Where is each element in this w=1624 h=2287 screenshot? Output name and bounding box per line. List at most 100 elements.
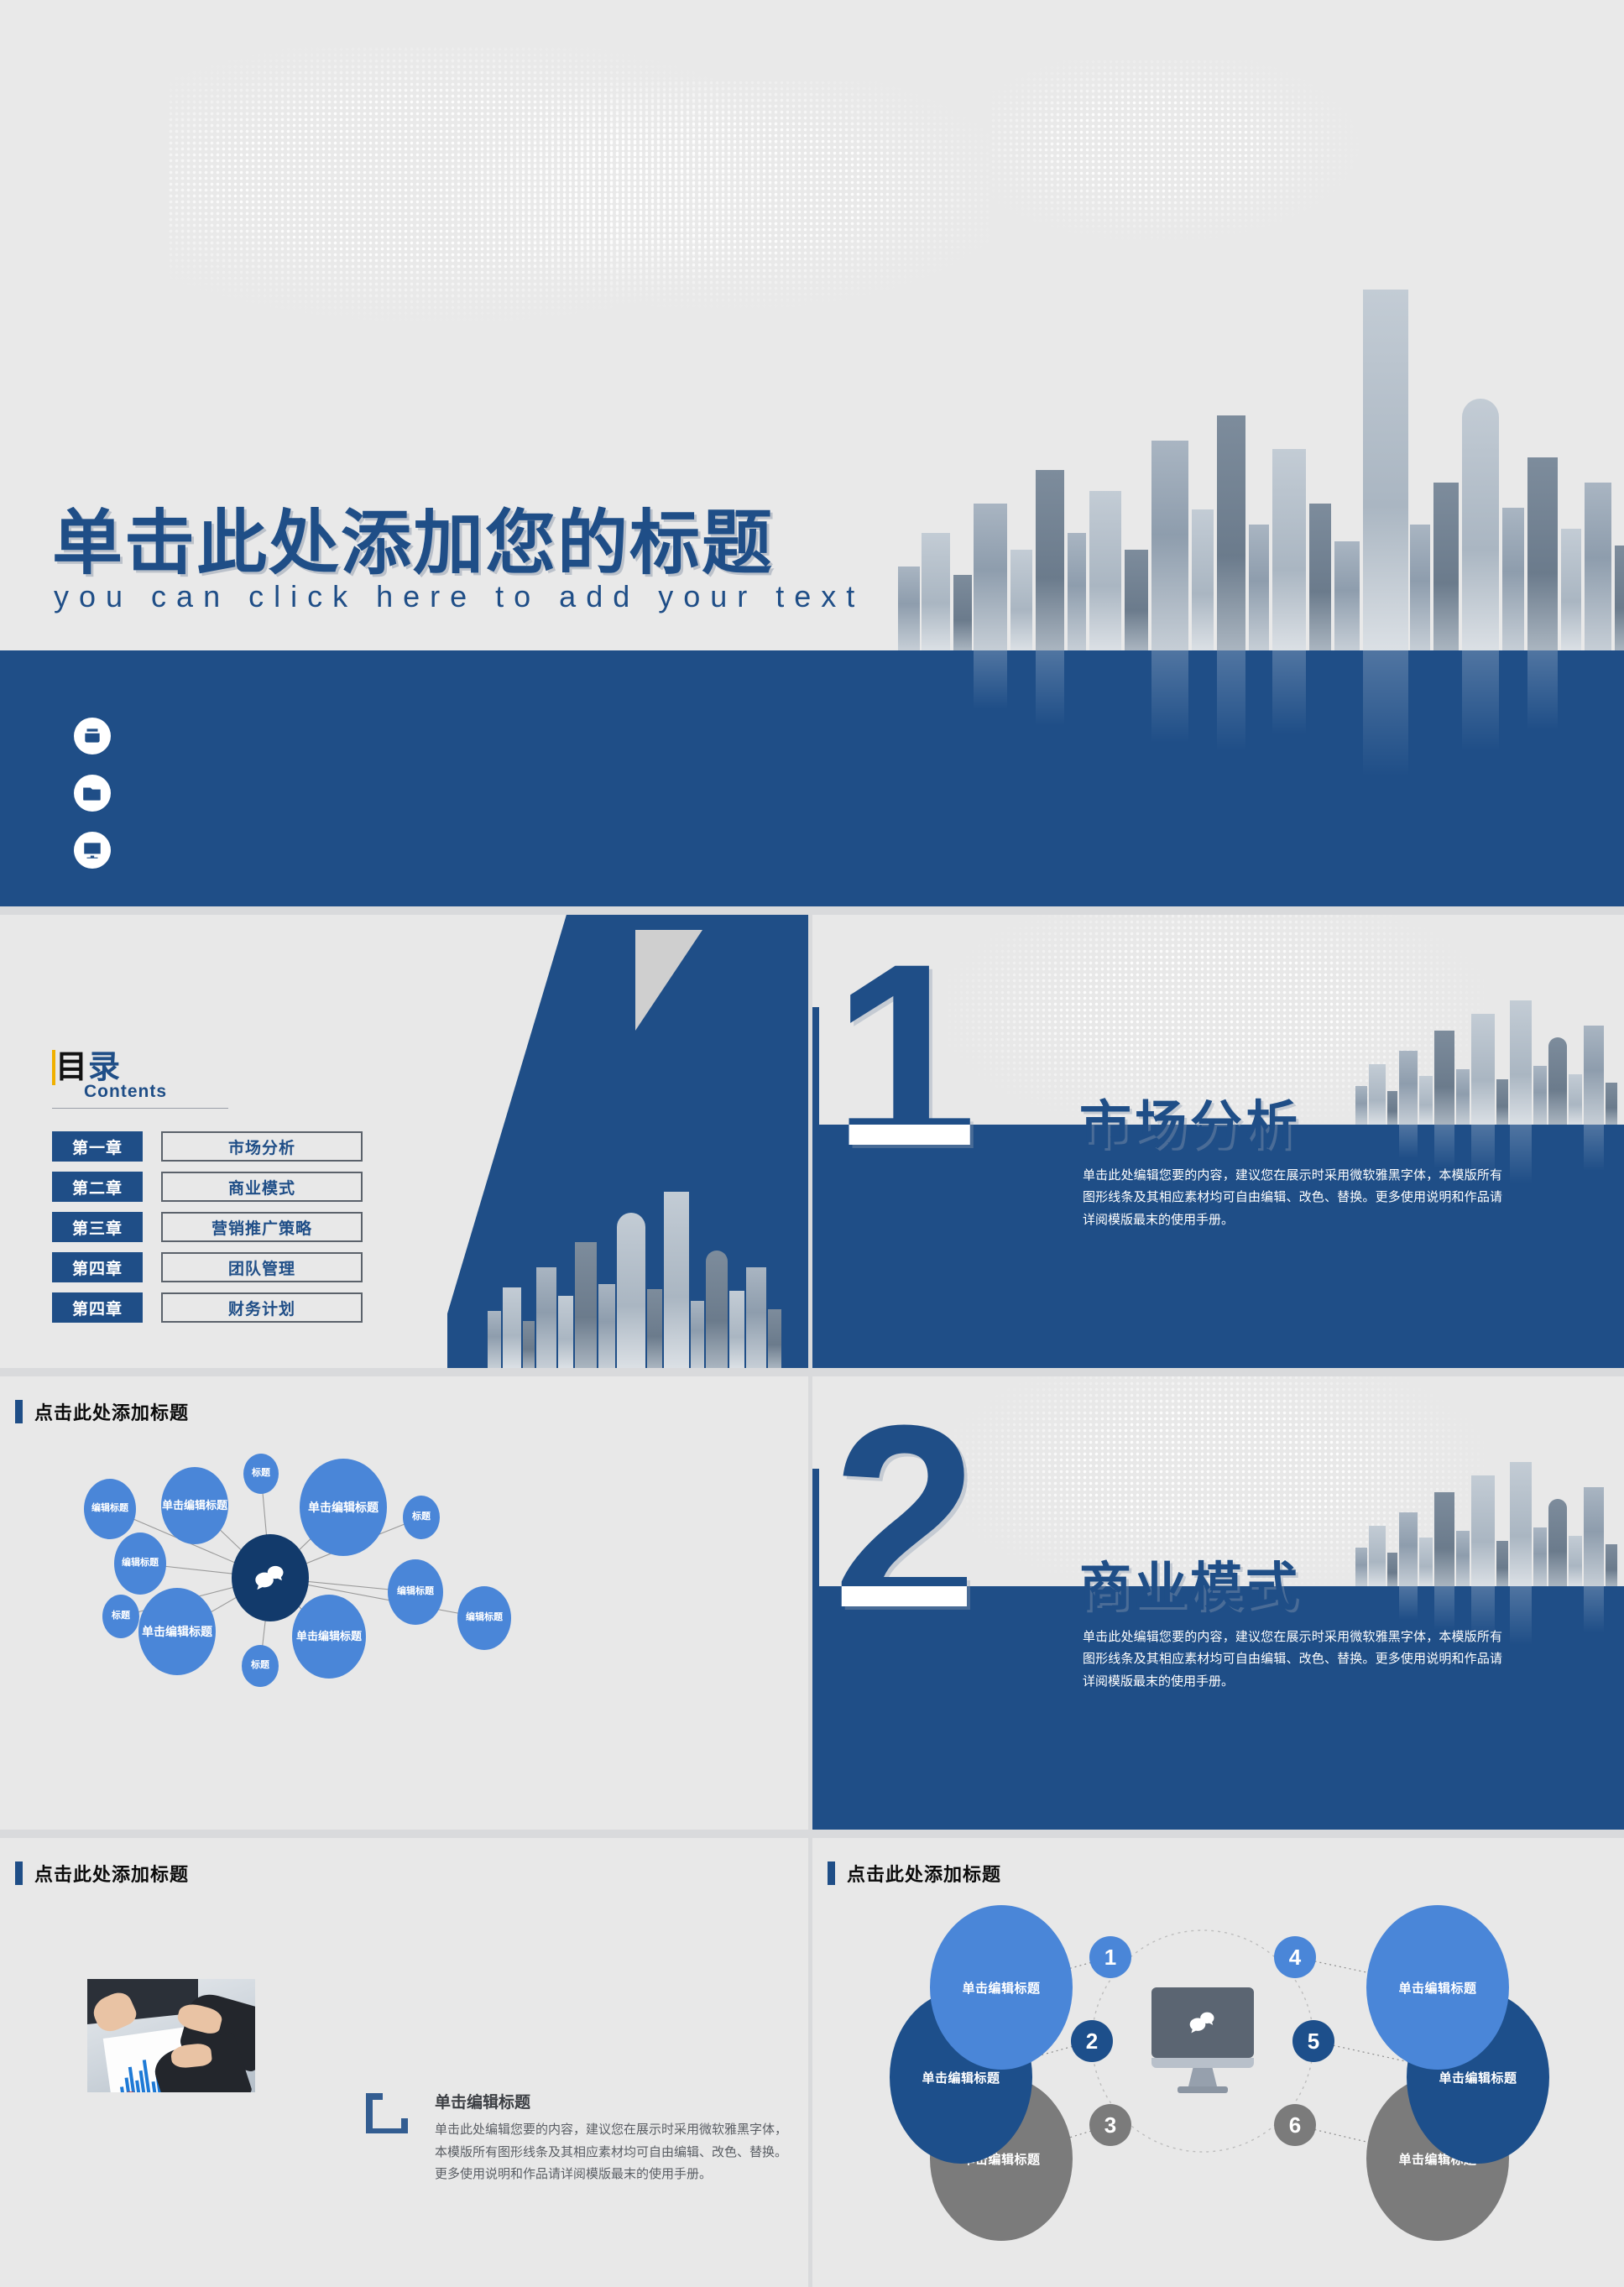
toc-heading-cn: 目录 bbox=[52, 1041, 121, 1087]
process-step-number-label: 3 bbox=[1104, 2112, 1117, 2138]
section-skyline bbox=[1347, 999, 1624, 1125]
mindmap-node[interactable]: 编辑标题 bbox=[388, 1559, 443, 1625]
slide-header: 点击此处添加标题 bbox=[828, 1860, 1001, 1887]
toc-item-label: 商业模式 bbox=[161, 1172, 363, 1202]
section-title: 商业模式 bbox=[1079, 1559, 1302, 1616]
city-skyline bbox=[890, 248, 1624, 650]
presentation-thumbnail-sheet: 单击此处添加您的标题 you can click here to add you… bbox=[0, 0, 1624, 2287]
mindmap-node-label: 编辑标题 bbox=[165, 1624, 212, 1638]
slide-section-divider-1[interactable]: 1 1 市场分析 单击此处编辑您要的内容，建议您在展示时采用微软雅黑字体，本模版… bbox=[812, 915, 1624, 1368]
process-step-number-label: 2 bbox=[1085, 2028, 1099, 2054]
caption-body: 单击此处编辑您要的内容，建议您在展示时采用微软雅黑字体，本模版所有图形线条及其相… bbox=[435, 2123, 788, 2182]
toc-row[interactable]: 第一章 市场分析 bbox=[52, 1131, 363, 1162]
mindmap-node-label: 编辑标题 bbox=[184, 1499, 228, 1512]
toc-list: 第一章 市场分析 第二章 商业模式 第三章 营销推广策略 第四章 团队管理 第四… bbox=[52, 1131, 363, 1333]
mindmap-node-label: 单击 bbox=[295, 1630, 318, 1643]
toc-chapter-label: 第四章 bbox=[52, 1252, 143, 1282]
toc-chapter-label: 第一章 bbox=[52, 1131, 143, 1162]
mindmap-node[interactable]: 单击编辑标题 bbox=[300, 1459, 387, 1556]
mindmap-node[interactable]: 标题 bbox=[102, 1595, 139, 1638]
toc-divider bbox=[52, 1108, 228, 1109]
slide-photo-text[interactable]: 点击此处添加标题 单击编辑标题 单击此处编辑您要的内容，建议您在展示时采用微软雅… bbox=[0, 1838, 808, 2287]
mindmap-node[interactable]: 标题 bbox=[243, 1454, 279, 1494]
process-step-number[interactable]: 5 bbox=[1292, 2020, 1334, 2062]
toc-heading-cn-first: 目 bbox=[52, 1050, 89, 1085]
slide-circle-process[interactable]: 点击此处添加标题 单击编辑标题 1 单击编辑标题 2 单击编辑标题 3 单击编辑标题 4 单击编… bbox=[812, 1838, 1624, 2287]
section-skyline bbox=[1347, 1460, 1624, 1586]
world-map-dots bbox=[168, 46, 822, 323]
page-title: 单击此处添加您的标题 bbox=[52, 504, 775, 582]
process-bubble-label: 单击编辑标题 bbox=[1439, 2070, 1517, 2086]
slide-title[interactable]: 单击此处添加您的标题 you can click here to add you… bbox=[0, 0, 1624, 906]
mindmap-canvas: 编辑标题 编辑标题 标题 单击 编辑标题 单击 编辑标题 标题 标题 单击编辑标题 单击 编辑标题 标题… bbox=[0, 1435, 808, 1830]
process-step-number-label: 6 bbox=[1288, 2112, 1302, 2138]
section-left-accent bbox=[812, 1469, 819, 1830]
toc-row[interactable]: 第三章 营销推广策略 bbox=[52, 1212, 363, 1242]
mindmap-node[interactable]: 编辑标题 bbox=[114, 1532, 166, 1595]
section-body-text: 单击此处编辑您要的内容，建议您在展示时采用微软雅黑字体，本模版所有图形线条及其相… bbox=[1083, 1168, 1502, 1227]
header-accent-bar bbox=[15, 1861, 23, 1885]
mindmap-node[interactable]: 标题 bbox=[242, 1645, 279, 1687]
slide-header: 点击此处添加标题 bbox=[15, 1860, 189, 1887]
toc-row[interactable]: 第四章 团队管理 bbox=[52, 1252, 363, 1282]
section-left-accent bbox=[812, 1007, 819, 1368]
title-blue-band bbox=[0, 650, 1624, 906]
process-step-number-label: 1 bbox=[1104, 1944, 1117, 1970]
process-step-number[interactable]: 1 bbox=[1089, 1936, 1131, 1978]
toc-row[interactable]: 第二章 商业模式 bbox=[52, 1172, 363, 1202]
process-bubble-label: 单击编辑标题 bbox=[1398, 1981, 1477, 1996]
title-icon-column bbox=[74, 718, 111, 889]
monitor-chat-icon bbox=[1151, 1987, 1254, 2096]
mindmap-node[interactable]: 单击编辑标题 bbox=[161, 1467, 228, 1544]
toc-chapter-label: 第四章 bbox=[52, 1292, 143, 1323]
process-step-number[interactable]: 4 bbox=[1274, 1936, 1316, 1978]
toc-item-label: 团队管理 bbox=[161, 1252, 363, 1282]
mindmap-node[interactable]: 单击编辑标题 bbox=[138, 1588, 216, 1675]
slide-header: 点击此处添加标题 bbox=[15, 1398, 189, 1425]
process-bubble-label: 单击编辑标题 bbox=[962, 1981, 1041, 1996]
world-map-dots-3 bbox=[990, 59, 1410, 252]
mindmap-node-label: 标题 bbox=[251, 1660, 269, 1671]
slide-section-divider-2[interactable]: 2 2 商业模式 单击此处编辑您要的内容，建议您在展示时采用微软雅黑字体，本模版… bbox=[812, 1376, 1624, 1830]
process-step-number[interactable]: 2 bbox=[1071, 2020, 1113, 2062]
monitor-icon[interactable] bbox=[74, 832, 111, 869]
mindmap-node-label: 编辑标题 bbox=[122, 1558, 159, 1569]
toc-row[interactable]: 第四章 财务计划 bbox=[52, 1292, 363, 1323]
mindmap-node[interactable]: 编辑标题 bbox=[84, 1479, 136, 1539]
section-number-white: 1 bbox=[833, 1125, 977, 1184]
process-bubble[interactable]: 单击编辑标题 bbox=[930, 1905, 1073, 2070]
mindmap-node-label: 编辑标题 bbox=[91, 1503, 128, 1514]
slide-header-text: 点击此处添加标题 bbox=[34, 1402, 190, 1423]
mindmap-node-label: 标题 bbox=[412, 1512, 431, 1522]
circle-process-canvas: 单击编辑标题 1 单击编辑标题 2 单击编辑标题 3 单击编辑标题 4 单击编辑标题 5 单击编辑标… bbox=[812, 1905, 1624, 2283]
section-title: 市场分析 bbox=[1079, 1097, 1302, 1155]
folder-icon[interactable] bbox=[74, 775, 111, 812]
process-step-number[interactable]: 3 bbox=[1089, 2104, 1131, 2146]
process-step-number[interactable]: 6 bbox=[1274, 2104, 1316, 2146]
toc-heading: 目录 Contents bbox=[52, 1041, 228, 1109]
chat-bubbles-icon bbox=[255, 1565, 284, 1590]
business-meeting-photo bbox=[87, 1979, 255, 2092]
section-body-text: 单击此处编辑您要的内容，建议您在展示时采用微软雅黑字体，本模版所有图形线条及其相… bbox=[1083, 1630, 1502, 1689]
section-number-white: 2 bbox=[833, 1586, 977, 1646]
process-bubble-label: 单击编辑标题 bbox=[922, 2070, 1000, 2086]
mindmap-node[interactable]: 编辑标题 bbox=[457, 1586, 511, 1650]
toc-chapter-label: 第二章 bbox=[52, 1172, 143, 1202]
mindmap-node-label: 标题 bbox=[112, 1611, 130, 1621]
fax-icon[interactable] bbox=[74, 718, 111, 755]
photo-caption: 单击编辑标题 单击此处编辑您要的内容，建议您在展示时采用微软雅黑字体，本模版所有… bbox=[435, 2090, 787, 2186]
mindmap-node-label: 单击 bbox=[142, 1624, 165, 1638]
slide-mindmap[interactable]: 点击此处添加标题 编辑标题 编辑标题 标题 单击 编辑标题 单击 编辑标题 标题 标题 单击编辑标… bbox=[0, 1376, 808, 1830]
toc-heading-cn-rest: 录 bbox=[88, 1050, 122, 1085]
mindmap-node-label: 标题 bbox=[252, 1468, 270, 1479]
mindmap-hub[interactable] bbox=[232, 1534, 309, 1621]
slide-table-of-contents[interactable]: 目录 Contents 第一章 市场分析 第二章 商业模式 第三章 营销推广策略… bbox=[0, 915, 808, 1368]
slide-header-text: 点击此处添加标题 bbox=[34, 1864, 190, 1885]
mindmap-node-label: 编辑标题 bbox=[397, 1586, 434, 1597]
mindmap-node[interactable]: 单击编辑标题 bbox=[292, 1595, 366, 1679]
world-map-dots-2 bbox=[403, 80, 990, 348]
mindmap-node-label: 单击编辑标题 bbox=[308, 1500, 379, 1514]
mindmap-node[interactable]: 标题 bbox=[403, 1496, 440, 1539]
process-bubble[interactable]: 单击编辑标题 bbox=[1366, 1905, 1509, 2070]
slide-header-text: 点击此处添加标题 bbox=[847, 1864, 1002, 1885]
